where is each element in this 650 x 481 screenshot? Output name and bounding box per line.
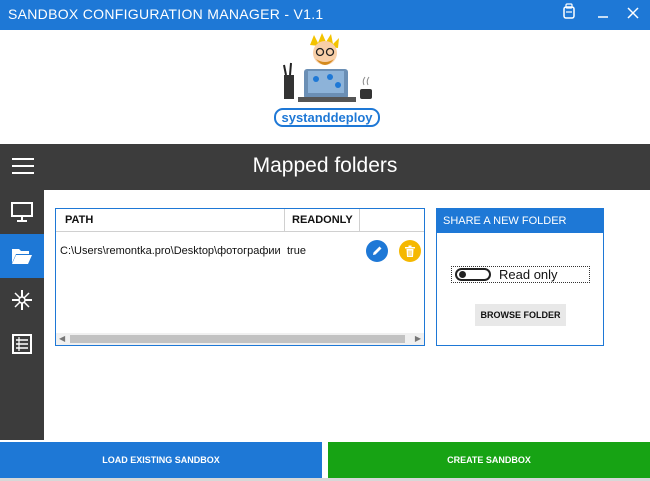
header-bar: Mapped folders: [0, 144, 650, 190]
column-header-path[interactable]: PATH: [65, 214, 93, 226]
monitor-icon: [11, 202, 33, 222]
page-title: Mapped folders: [252, 154, 398, 177]
app-icon[interactable]: [554, 0, 584, 30]
share-folder-panel: SHARE A NEW FOLDER Read only BROWSE FOLD…: [436, 208, 604, 346]
sidebar: [0, 190, 44, 440]
column-header-readonly[interactable]: READONLY: [292, 214, 353, 226]
network-icon: [12, 290, 32, 310]
grid-header: PATH READONLY: [56, 209, 424, 232]
mapped-folders-grid: PATH READONLY C:\Users\remontka.pro\Desk…: [55, 208, 425, 346]
create-sandbox-button[interactable]: CREATE SANDBOX: [328, 442, 650, 478]
share-panel-title: SHARE A NEW FOLDER: [437, 209, 603, 233]
sidebar-item-network[interactable]: [0, 278, 44, 322]
folder-open-icon: [12, 249, 32, 264]
table-row[interactable]: C:\Users\remontka.pro\Desktop\фотографии…: [56, 239, 424, 265]
trash-icon: [405, 245, 415, 257]
minimize-button[interactable]: [588, 0, 618, 30]
row-readonly: true: [287, 245, 306, 257]
app-glyph-icon: [563, 3, 575, 19]
horizontal-scrollbar[interactable]: ◀ ▶: [56, 333, 424, 345]
sidebar-item-folders[interactable]: [0, 234, 44, 278]
title-bar: SANDBOX CONFIGURATION MANAGER - V1.1: [0, 0, 650, 30]
list-icon: [12, 334, 32, 354]
scroll-left-icon[interactable]: ◀: [59, 333, 65, 345]
close-button[interactable]: [618, 0, 648, 30]
sidebar-item-monitor[interactable]: [0, 190, 44, 234]
scrollbar-thumb[interactable]: [70, 335, 405, 343]
toggle-label: Read only: [499, 267, 558, 282]
read-only-toggle[interactable]: Read only: [451, 266, 590, 283]
logo-text: systanddeploy: [281, 110, 373, 125]
delete-button[interactable]: [399, 240, 421, 262]
row-path: C:\Users\remontka.pro\Desktop\фотографии: [60, 245, 281, 257]
edit-button[interactable]: [366, 240, 388, 262]
minimize-icon: [598, 16, 608, 18]
sidebar-item-list[interactable]: [0, 322, 44, 366]
brand-logo: systanddeploy: [272, 31, 382, 131]
edit-icon: [373, 246, 382, 255]
window-title: SANDBOX CONFIGURATION MANAGER - V1.1: [8, 6, 324, 22]
browse-folder-button[interactable]: BROWSE FOLDER: [475, 304, 566, 326]
toggle-switch[interactable]: [455, 268, 491, 281]
scroll-right-icon[interactable]: ▶: [415, 333, 421, 345]
load-existing-sandbox-button[interactable]: LOAD EXISTING SANDBOX: [0, 442, 322, 478]
close-icon: [627, 7, 639, 19]
